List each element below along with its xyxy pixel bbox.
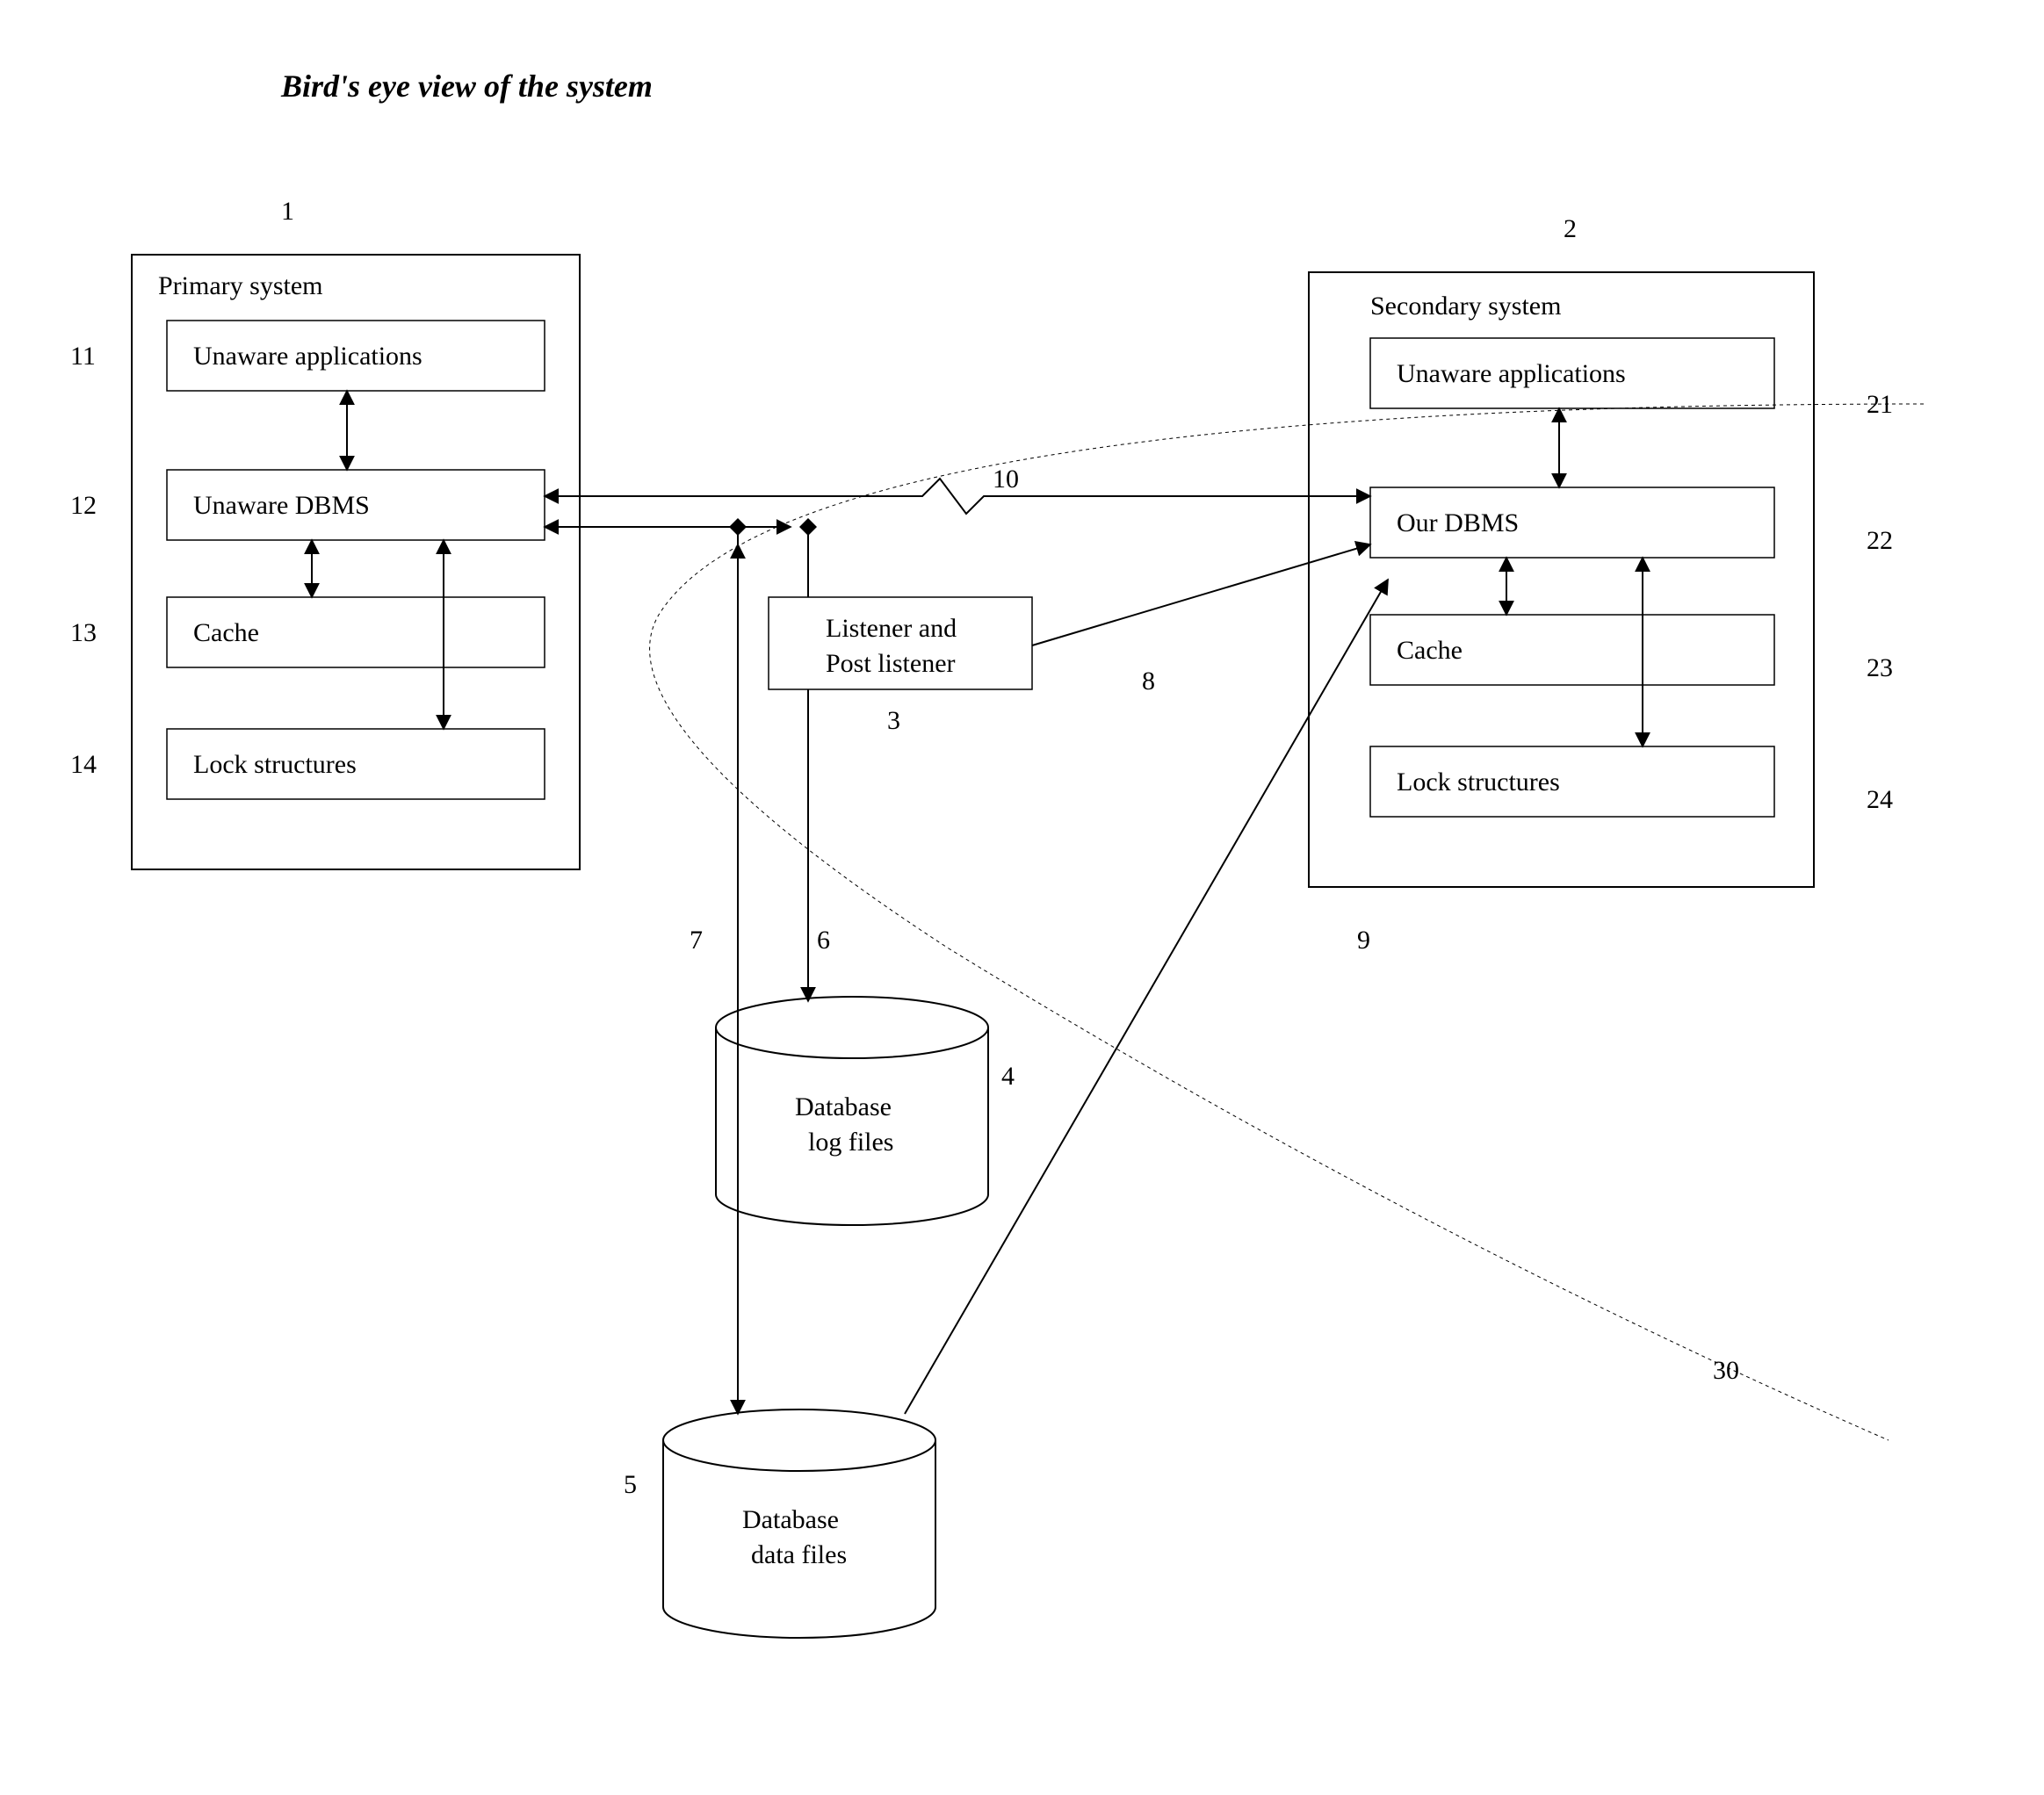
- label-8: 8: [1142, 667, 1155, 696]
- secondary-cache-label: Cache: [1397, 636, 1463, 665]
- secondary-locks-label: Lock structures: [1397, 768, 1560, 797]
- secondary-apps-label: Unaware applications: [1397, 359, 1626, 388]
- secondary-system-title: Secondary system: [1370, 292, 1561, 321]
- primary-system-title: Primary system: [158, 271, 323, 300]
- arrow-10-zigzag: [545, 479, 1370, 514]
- diagram-title: Bird's eye view of the system: [280, 68, 653, 104]
- label-4: 4: [1001, 1062, 1015, 1091]
- primary-apps-label: Unaware applications: [193, 342, 423, 371]
- label-23: 23: [1867, 653, 1893, 682]
- label-24: 24: [1867, 785, 1893, 814]
- log-cyl-top: [716, 997, 988, 1058]
- label-6: 6: [817, 926, 830, 955]
- primary-locks-label: Lock structures: [193, 750, 357, 779]
- listener-line2: Post listener: [826, 649, 956, 678]
- label-11: 11: [70, 342, 96, 371]
- data-cyl-top: [663, 1409, 935, 1471]
- log-line1: Database: [795, 1092, 892, 1121]
- data-line2: data files: [751, 1540, 847, 1569]
- data-line1: Database: [742, 1505, 839, 1534]
- label-5: 5: [624, 1470, 637, 1499]
- log-line2: log files: [808, 1128, 894, 1157]
- label-22: 22: [1867, 526, 1893, 555]
- label-1: 1: [281, 197, 294, 226]
- log-cylinder-group: Database log files: [716, 997, 988, 1225]
- data-cylinder-group: Database data files: [663, 1409, 935, 1638]
- label-3: 3: [887, 706, 900, 735]
- arrow-9: [905, 580, 1388, 1414]
- primary-system-group: Primary system Unaware applications Unaw…: [132, 255, 580, 869]
- label-7: 7: [690, 926, 703, 955]
- label-12: 12: [70, 491, 97, 520]
- label-2: 2: [1564, 214, 1577, 243]
- listener-group: Listener and Post listener: [769, 597, 1032, 689]
- label-9: 9: [1357, 926, 1370, 955]
- primary-cache-label: Cache: [193, 618, 259, 647]
- label-10: 10: [993, 465, 1019, 494]
- secondary-dbms-label: Our DBMS: [1397, 508, 1519, 537]
- listener-line1: Listener and: [826, 614, 957, 643]
- primary-dbms-label: Unaware DBMS: [193, 491, 370, 520]
- secondary-system-group: Secondary system Unaware applications Ou…: [1309, 272, 1814, 887]
- label-14: 14: [70, 750, 97, 779]
- label-13: 13: [70, 618, 97, 647]
- diagram-canvas: Bird's eye view of the system Primary sy…: [0, 0, 2044, 1795]
- label-30: 30: [1713, 1356, 1739, 1385]
